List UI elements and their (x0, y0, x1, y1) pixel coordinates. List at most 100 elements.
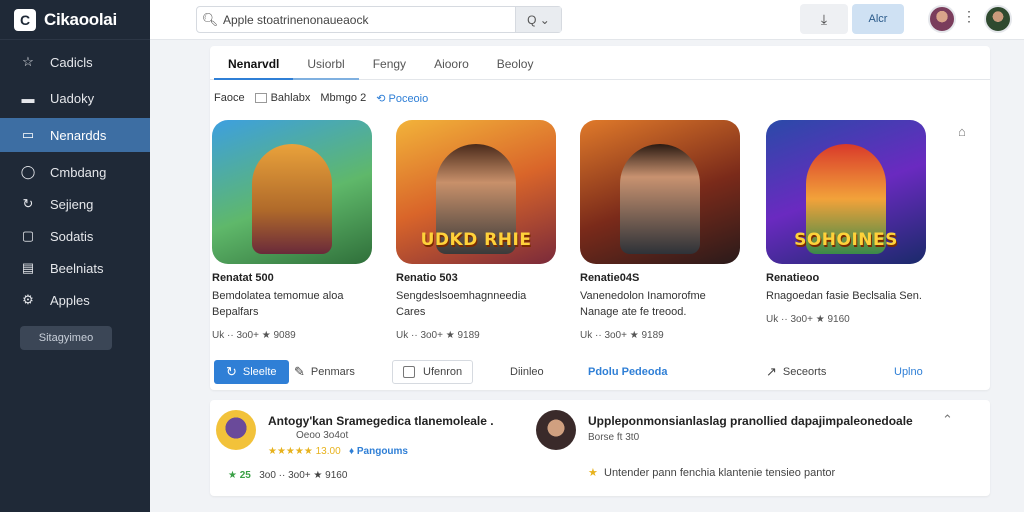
checkbox-icon (254, 93, 267, 104)
game-title: Renatieoo (766, 272, 820, 284)
sidebar-item-label: Nenardds (50, 127, 107, 143)
review-title: Antogy'kan Sramegedica tlanemoleale . (268, 414, 494, 428)
tab-beoloy[interactable]: Beoloy (483, 46, 548, 80)
brand[interactable]: C Cikaoolai (0, 0, 150, 40)
chevron-up-icon[interactable]: ⌃ (942, 412, 953, 428)
review-text: ★ Untender pann fenchia klantenie tensie… (588, 467, 836, 479)
sidebar-item-label: Sodatis (50, 228, 94, 244)
topbar: 🔍︎ Q ⌄ ⤓ Alcr ⋮ (150, 0, 1024, 40)
sidebar-item-sodatis[interactable]: ▢ Sodatis (0, 220, 150, 252)
app-logo-icon: C (14, 8, 36, 31)
game-description: Rnagoedan fasie Beclsalia Sen. (766, 290, 922, 302)
more-menu-icon[interactable]: ⋮ (962, 8, 976, 25)
sidebar-item-nenardds[interactable]: ▭ Nenardds (0, 118, 150, 152)
circle-icon: ◯ (20, 164, 36, 179)
review-title: Uppleponmonsianlaslag pranollied dapajim… (588, 414, 913, 428)
sidebar-item-cadicls[interactable]: ☆ Cadicls (0, 46, 150, 78)
game-art-text: SOHOINES (794, 230, 898, 250)
download-icon: ⤓ (820, 10, 828, 27)
game-description: Bemdolatea temomue aloa Bepalfars (212, 290, 344, 318)
game-rating: Uk ·· 3o0+ ★ 9160 (766, 314, 850, 325)
game-card[interactable]: SOHOINES Renatieoo Rnagoedan fasie Becls… (766, 120, 941, 325)
game-list: Renatat 500 Bemdolatea temomue aloa Bepa… (210, 120, 950, 342)
game-card[interactable]: Renatie04S Vanenedolon Inamorofme Nanage… (580, 120, 755, 341)
bookmark-icon[interactable]: ⌂ (958, 124, 966, 139)
tab-nenarvdl[interactable]: Nenarvdl (214, 46, 294, 80)
app-name: Cikaoolai (44, 9, 117, 29)
sidebar-bottom-button[interactable]: Sitagyimeo (20, 326, 112, 350)
avatar[interactable] (928, 5, 956, 33)
search-button[interactable]: Q ⌄ (515, 7, 561, 32)
sidebar-item-label: Cmbdang (50, 164, 107, 180)
game-rating: Uk ·· 3o0+ ★ 9189 (396, 330, 480, 341)
filter-option-1[interactable]: Bahlabx (254, 92, 310, 104)
game-title: Renatat 500 (212, 272, 274, 284)
sidebar-item-beelniats[interactable]: ▤ Beelniats (0, 252, 150, 284)
primary-button[interactable]: ↻ Sleelte (214, 360, 289, 384)
review-rating: ★★★★★ 13.00 ♦ Pangoums (268, 446, 408, 457)
review-stats: ★ 25 3o0 ·· 3o0+ ★ 9160 (228, 470, 348, 481)
search-bar: 🔍︎ Q ⌄ (196, 6, 562, 33)
action-link-1[interactable]: Pdolu Pedeoda (588, 360, 667, 384)
edit-icon: ✎ (294, 364, 305, 379)
game-title: Renatio 503 (396, 272, 458, 284)
tab-usiorbl[interactable]: Usiorbl (293, 46, 359, 80)
user-avatar[interactable] (984, 5, 1012, 33)
game-art (212, 120, 372, 264)
sidebar-item-uadoky[interactable]: ▬ Uadoky (0, 78, 150, 118)
game-art (580, 120, 740, 264)
action-link-2[interactable]: Uplno (894, 360, 923, 384)
refresh-icon: ↻ (22, 196, 34, 211)
tab-aiooro[interactable]: Aiooro (420, 46, 483, 80)
game-rating: Uk ·· 3o0+ ★ 9089 (212, 330, 296, 341)
download-button[interactable]: ⤓ (800, 4, 848, 34)
tab-fengy[interactable]: Fengy (359, 46, 420, 80)
sidebar-item-label: Apples (50, 292, 90, 308)
sidebar-nav: ☆ Cadicls ▬ Uadoky ▭ Nenardds ◯ Cmbdang ↻ Sej… (0, 46, 150, 316)
sidebar-item-sejieng[interactable]: ↻ Sejieng (0, 188, 150, 220)
game-card[interactable]: Renatat 500 Bemdolatea temomue aloa Bepa… (212, 120, 387, 341)
list-icon: ▤ (21, 260, 35, 275)
game-card[interactable]: UDKD RHIE Renatio 503 Sengdeslsoemhagnne… (396, 120, 571, 341)
refresh-icon: ↻ (226, 364, 237, 379)
gear-icon: ⚙ (22, 292, 34, 307)
primary-action-button[interactable]: Alcr (852, 4, 904, 34)
game-description: Sengdeslsoemhagnneedia Cares (396, 290, 527, 318)
share-button[interactable]: ✎ Penmars (294, 360, 355, 384)
game-art: UDKD RHIE (396, 120, 556, 264)
tab-bar: Nenarvdl Usiorbl Fengy Aiooro Beoloy (210, 46, 990, 80)
filter-link[interactable]: ⟲ Poceoio (376, 92, 428, 105)
card-icon: ▢ (21, 228, 35, 243)
sidebar: C Cikaoolai ☆ Cadicls ▬ Uadoky ▭ Nenardds ◯… (0, 0, 150, 512)
checkbox-control[interactable]: Ufenron (392, 360, 474, 384)
review-link[interactable]: ♦ Pangoums (349, 446, 408, 457)
other-button[interactable]: ↗ Seceorts (766, 360, 826, 384)
game-art: SOHOINES (766, 120, 926, 264)
filter-row: Faoce Bahlabx Mbmgo 2 ⟲ Poceoio (210, 80, 990, 116)
plain-button[interactable]: Diinleo (510, 360, 544, 384)
sidebar-item-cmbdang[interactable]: ◯ Cmbdang (0, 156, 150, 188)
games-card: Nenarvdl Usiorbl Fengy Aiooro Beoloy Fao… (210, 46, 990, 390)
grid-icon: ▭ (21, 127, 35, 142)
game-title: Renatie04S (580, 272, 640, 284)
review-subtitle: Borse ft 3t0 (588, 432, 640, 443)
share-icon: ↗ (766, 364, 777, 379)
sidebar-item-label: Sejieng (50, 196, 94, 212)
reviews-card: Antogy'kan Sramegedica tlanemoleale . Oe… (210, 400, 990, 496)
action-bar: ↻ Sleelte ✎ Penmars Ufenron Diinleo Pdolu … (210, 358, 950, 384)
folder-icon: ▬ (21, 90, 35, 106)
review-subtitle: Oeoo 3o4ot (296, 430, 349, 441)
avatar (216, 410, 256, 450)
sidebar-item-label: Beelniats (50, 260, 104, 276)
avatar (536, 410, 576, 450)
game-art-text: UDKD RHIE (420, 230, 532, 250)
star-icon: ☆ (22, 54, 34, 69)
sidebar-item-apples[interactable]: ⚙ Apples (0, 284, 150, 316)
filter-label: Faoce (214, 92, 245, 104)
sidebar-item-label: Cadicls (50, 54, 93, 70)
filter-option-2[interactable]: Mbmgo 2 (320, 92, 366, 104)
search-input[interactable] (223, 12, 515, 27)
game-rating: Uk ·· 3o0+ ★ 9189 (580, 330, 664, 341)
checkbox-icon (403, 366, 415, 378)
game-description: Vanenedolon Inamorofme Nanage ate fe tre… (580, 290, 706, 318)
